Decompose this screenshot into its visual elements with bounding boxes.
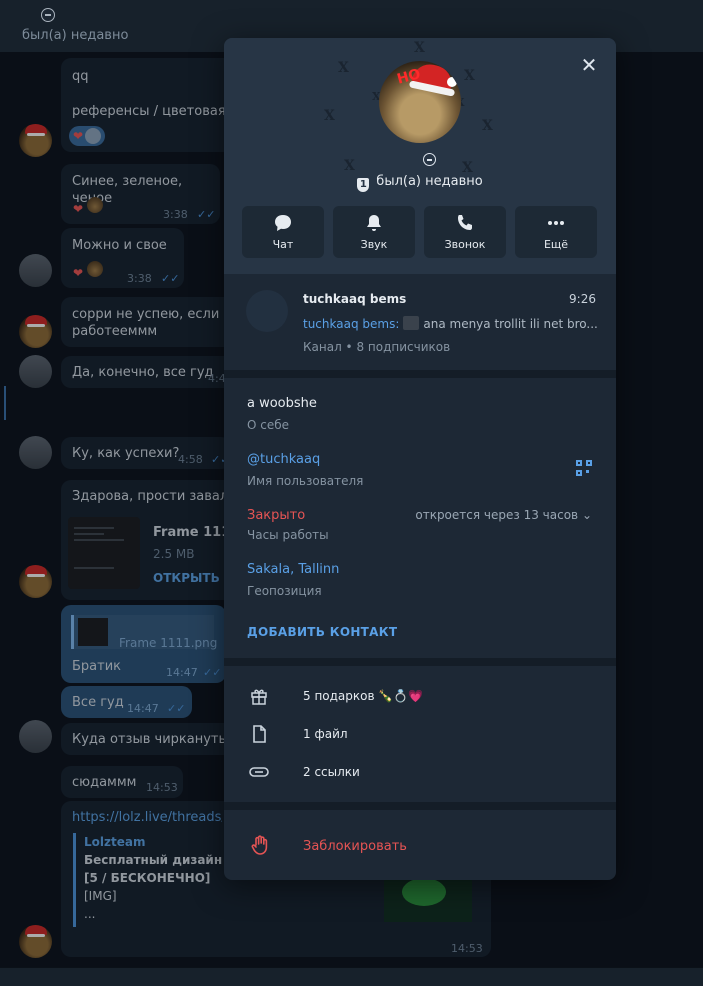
gifts-label: 5 подарков 🍾💍💗 [303,689,423,703]
block-label: Заблокировать [303,839,407,854]
hours-label: Часы работы [247,528,329,542]
pattern-icon: X [324,108,335,124]
more-icon [515,213,597,235]
location-label: Геопозиция [247,584,322,598]
more-button-label: Ещё [543,238,569,251]
bio-value[interactable]: a woobshe [247,396,317,411]
bell-icon [333,213,415,235]
gifts-emojis: 🍾💍💗 [378,689,424,703]
phone-icon [424,213,506,235]
channel-time: 9:26 [569,292,596,306]
link-icon [248,762,270,784]
channel-name: tuchkaaq bems [303,292,407,306]
links-row[interactable]: 2 ссылки [224,754,616,792]
more-button[interactable]: Ещё [515,206,597,258]
call-button[interactable]: Звонок [424,206,506,258]
profile-header: X X X X X X X X X ✕ HO 1был(а) недавно Ч… [224,38,616,274]
gift-icon [248,686,270,708]
chat-header-status: был(а) недавно [22,28,129,43]
pattern-icon: X [344,158,355,174]
chevron-down-icon: ⌄ [581,508,592,522]
channel-preview: tuchkaaq bems: ana menya trollit ili net … [303,316,599,331]
gifts-row[interactable]: 5 подарков 🍾💍💗 [224,678,616,716]
pattern-icon: X [414,40,425,56]
bio-label: О себе [247,418,290,432]
username-value[interactable]: @tuchkaaq [247,452,320,467]
gifts-count: 5 подарков [303,689,375,703]
hours-dropdown[interactable]: откроется через 13 часов ⌄ [415,508,592,522]
sound-button-label: Звук [360,238,388,251]
pattern-icon: X [482,118,493,134]
profile-status: 1 был(а) недавно [224,174,616,192]
divider [224,658,616,666]
file-icon [248,724,270,746]
status-dot-icon [41,8,55,22]
chat-button[interactable]: Чат [242,206,324,258]
profile-status-text: был(а) недавно [376,174,483,189]
shield-icon: 1 [357,178,370,192]
chat-icon [242,213,324,235]
files-row[interactable]: 1 файл [224,716,616,754]
pattern-icon: X [464,68,475,84]
username-label: Имя пользователя [247,474,364,488]
pattern-icon: X [338,60,349,76]
links-label: 2 ссылки [303,765,360,779]
profile-panel: X X X X X X X X X ✕ HO 1был(а) недавно Ч… [224,38,616,880]
divider [224,802,616,810]
channel-avatar [246,290,288,332]
preview-thumbnail [403,316,420,330]
divider [224,370,616,378]
channel-subtitle: Канал • 8 подписчиков [303,340,451,354]
close-icon[interactable]: ✕ [578,54,600,76]
add-contact-button[interactable]: ДОБАВИТЬ КОНТАКТ [247,625,397,639]
status-dot-icon [423,153,436,166]
personal-channel[interactable]: tuchkaaq bems 9:26 tuchkaaq bems: ana men… [224,274,616,370]
sound-button[interactable]: Звук [333,206,415,258]
hand-stop-icon [248,834,272,858]
files-label: 1 файл [303,727,348,741]
message-input-bar[interactable] [0,967,703,986]
hours-value[interactable]: Закрыто [247,508,305,523]
block-button[interactable]: Заблокировать [224,830,616,862]
chat-button-label: Чат [272,238,294,251]
hours-opens-text: откроется через 13 часов [415,508,579,522]
channel-preview-text: ana menya trollit ili net bro... [423,317,598,331]
call-button-label: Звонок [444,238,486,251]
channel-preview-sender: tuchkaaq bems: [303,317,400,331]
profile-avatar[interactable]: HO [379,61,461,143]
location-value[interactable]: Sakala, Tallinn [247,562,339,577]
qr-code-icon[interactable] [576,460,592,476]
